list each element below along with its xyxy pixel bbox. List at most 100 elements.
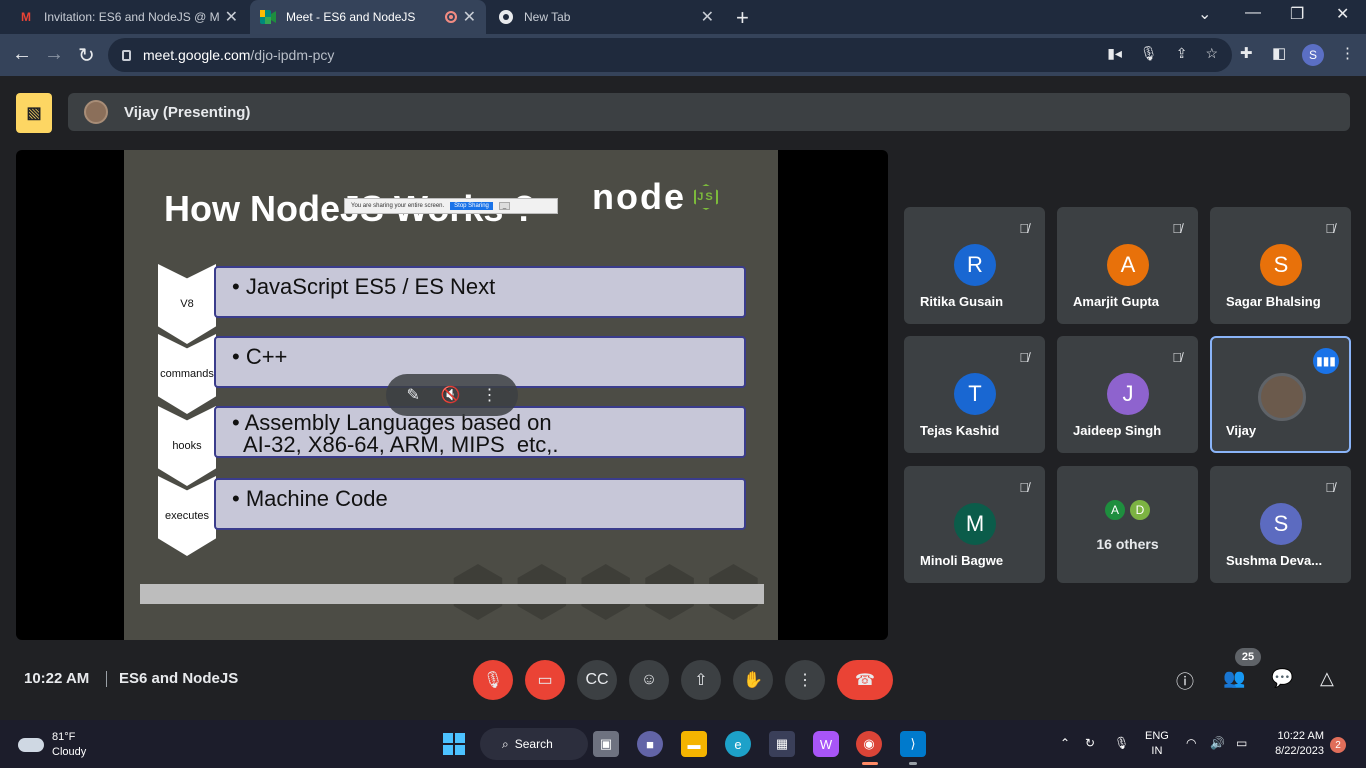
forward-icon[interactable]: → xyxy=(44,43,64,66)
captions-button[interactable]: CC xyxy=(577,660,617,700)
avatar: A xyxy=(1103,498,1127,522)
unpin-icon[interactable]: ✎ xyxy=(406,385,419,405)
people-icon[interactable]: 👥 xyxy=(1223,668,1245,689)
taskbar-clock[interactable]: 10:22 AM 8/22/2023 xyxy=(1262,729,1324,759)
avatar: A xyxy=(1107,244,1149,286)
participant-tile[interactable]: 🎙̸ R Ritika Gusain xyxy=(904,207,1045,324)
tab-meet[interactable]: Meet - ES6 and NodeJS ✕ xyxy=(250,0,486,34)
chrome-taskbar-icon[interactable]: ◉ xyxy=(856,731,882,757)
participant-tile[interactable]: 🎙̸ T Tejas Kashid xyxy=(904,336,1045,453)
row-content: • JavaScript ES5 / ES Next xyxy=(214,266,746,318)
nodejs-logo: node JS xyxy=(592,176,718,218)
meeting-title: ES6 and NodeJS xyxy=(119,670,239,687)
mic-off-button[interactable]: 🎙 xyxy=(473,660,513,700)
restore-icon[interactable]: ❐ xyxy=(1290,4,1304,24)
mic-off-icon: 🎙̸ xyxy=(1172,221,1182,236)
others-tile[interactable]: A D 16 others xyxy=(1057,466,1198,583)
file-explorer-icon[interactable]: ▬ xyxy=(681,731,707,757)
extensions-icon[interactable]: ✚ xyxy=(1240,44,1253,62)
js-hex-badge: JS xyxy=(694,184,718,210)
back-icon[interactable]: ← xyxy=(12,43,32,66)
more-options-button[interactable]: ⋮ xyxy=(785,660,825,700)
weather-widget[interactable]: 81°F Cloudy xyxy=(18,730,86,760)
search-icon: ⌕ xyxy=(502,736,509,751)
emoji-reaction-button[interactable]: ☺ xyxy=(629,660,669,700)
mic-off-icon: 🎙̸ xyxy=(1325,480,1335,495)
participant-name: Amarjit Gupta xyxy=(1073,294,1159,309)
taskbar-search[interactable]: ⌕ Search xyxy=(480,728,588,760)
participant-tile[interactable]: 🎙̸ M Minoli Bagwe xyxy=(904,466,1045,583)
side-panel-icon[interactable]: ◧ xyxy=(1272,44,1286,62)
participant-tile[interactable]: 🎙̸ A Amarjit Gupta xyxy=(1057,207,1198,324)
wps-office-icon[interactable]: W xyxy=(813,731,839,757)
lock-icon xyxy=(122,49,131,61)
close-tab-icon[interactable]: ✕ xyxy=(225,7,238,27)
avatar: T xyxy=(954,373,996,415)
share-icon[interactable]: ⇪ xyxy=(1176,45,1188,62)
tab-search-icon[interactable]: ⌄ xyxy=(1198,4,1211,24)
close-tab-icon[interactable]: ✕ xyxy=(701,7,714,27)
reload-icon[interactable]: ↻ xyxy=(78,43,95,68)
microphone-icon[interactable]: 🎙 xyxy=(1114,736,1129,750)
avatar: D xyxy=(1128,498,1152,522)
row-label-commands: commands xyxy=(158,334,216,414)
profile-avatar[interactable]: S xyxy=(1302,44,1324,66)
teams-chat-icon[interactable]: ■ xyxy=(637,731,663,757)
tab-strip: M Invitation: ES6 and NodeJS @ Mo ✕ Meet… xyxy=(0,0,1366,34)
hide-banner-button[interactable]: _ xyxy=(498,202,511,210)
tab-new-tab[interactable]: New Tab ✕ xyxy=(488,0,724,34)
menu-icon[interactable]: ⋮ xyxy=(1340,44,1355,62)
new-tab-button[interactable]: + xyxy=(736,5,749,31)
participant-tile[interactable]: 🎙̸ S Sushma Deva... xyxy=(1210,466,1351,583)
address-bar[interactable]: meet.google.com/djo-ipdm-pcy ▮◂ 🎙 ⇪ ☆ xyxy=(108,38,1232,72)
more-options-icon[interactable]: ⋮ xyxy=(482,385,498,405)
stop-sharing-button[interactable]: Stop Sharing xyxy=(450,202,493,210)
participant-count-badge: 25 xyxy=(1235,648,1261,666)
wifi-icon[interactable]: ◠ xyxy=(1186,736,1196,750)
temperature: 81°F xyxy=(52,731,76,743)
activities-icon[interactable]: △ xyxy=(1320,668,1334,689)
chat-icon[interactable]: 💬 xyxy=(1271,668,1293,689)
notification-badge[interactable]: 2 xyxy=(1330,737,1346,753)
camera-off-button[interactable]: ▭ xyxy=(525,660,565,700)
language-indicator[interactable]: ENG IN xyxy=(1145,729,1169,759)
close-window-icon[interactable]: ✕ xyxy=(1336,4,1349,24)
screen-share-banner: You are sharing your entire screen. Stop… xyxy=(344,198,558,214)
task-view-icon[interactable]: ▣ xyxy=(593,731,619,757)
participant-tile[interactable]: 🎙̸ S Sagar Bhalsing xyxy=(1210,207,1351,324)
close-tab-icon[interactable]: ✕ xyxy=(463,7,476,27)
open-app-indicator xyxy=(909,762,917,765)
start-icon[interactable] xyxy=(441,731,467,757)
volume-icon[interactable]: 🔊 xyxy=(1210,736,1225,750)
sync-icon[interactable]: ↻ xyxy=(1085,736,1095,750)
windows-taskbar: 81°F Cloudy ⌕ Search ▣ ■ ▬ e ▦ W ◉ ⟩ ⌃ ↻… xyxy=(0,720,1366,768)
camera-icon[interactable]: ▮◂ xyxy=(1107,45,1122,62)
tile-controls: ✎ 🔇 ⋮ xyxy=(386,374,518,416)
microsoft-store-icon[interactable]: ▦ xyxy=(769,731,795,757)
meet-icon xyxy=(260,9,276,25)
active-app-indicator xyxy=(862,762,878,765)
participant-tile[interactable]: 🎙̸ J Jaideep Singh xyxy=(1057,336,1198,453)
raise-hand-button[interactable]: ✋ xyxy=(733,660,773,700)
vscode-icon[interactable]: ⟩ xyxy=(900,731,926,757)
minimize-icon[interactable]: — xyxy=(1245,4,1261,22)
mute-audio-icon[interactable]: 🔇 xyxy=(441,385,461,405)
present-screen-button[interactable]: ⇧ xyxy=(681,660,721,700)
weather-text: Cloudy xyxy=(52,746,87,758)
participant-tile-speaking[interactable]: ▮▮▮ Vijay xyxy=(1210,336,1351,453)
speaking-indicator-icon: ▮▮▮ xyxy=(1313,348,1339,374)
row-label-v8: V8 xyxy=(158,264,216,344)
avatar xyxy=(84,100,108,124)
url-text: meet.google.com/djo-ipdm-pcy xyxy=(143,47,335,63)
chrome-icon xyxy=(498,9,514,25)
meeting-time: 10:22 AM xyxy=(24,670,90,687)
show-hidden-icons[interactable]: ⌃ xyxy=(1060,736,1070,750)
edge-icon[interactable]: e xyxy=(725,731,751,757)
battery-icon[interactable]: ▭ xyxy=(1236,736,1247,750)
leave-call-button[interactable]: ☎ xyxy=(837,660,893,700)
bookmark-star-icon[interactable]: ☆ xyxy=(1205,45,1218,62)
mic-blocked-icon[interactable]: 🎙 xyxy=(1140,45,1158,62)
stop-presenting-icon[interactable]: ▧ xyxy=(16,93,52,133)
meeting-details-icon[interactable]: ⓘ xyxy=(1176,668,1194,694)
tab-gmail-invitation[interactable]: M Invitation: ES6 and NodeJS @ Mo ✕ xyxy=(8,0,248,34)
